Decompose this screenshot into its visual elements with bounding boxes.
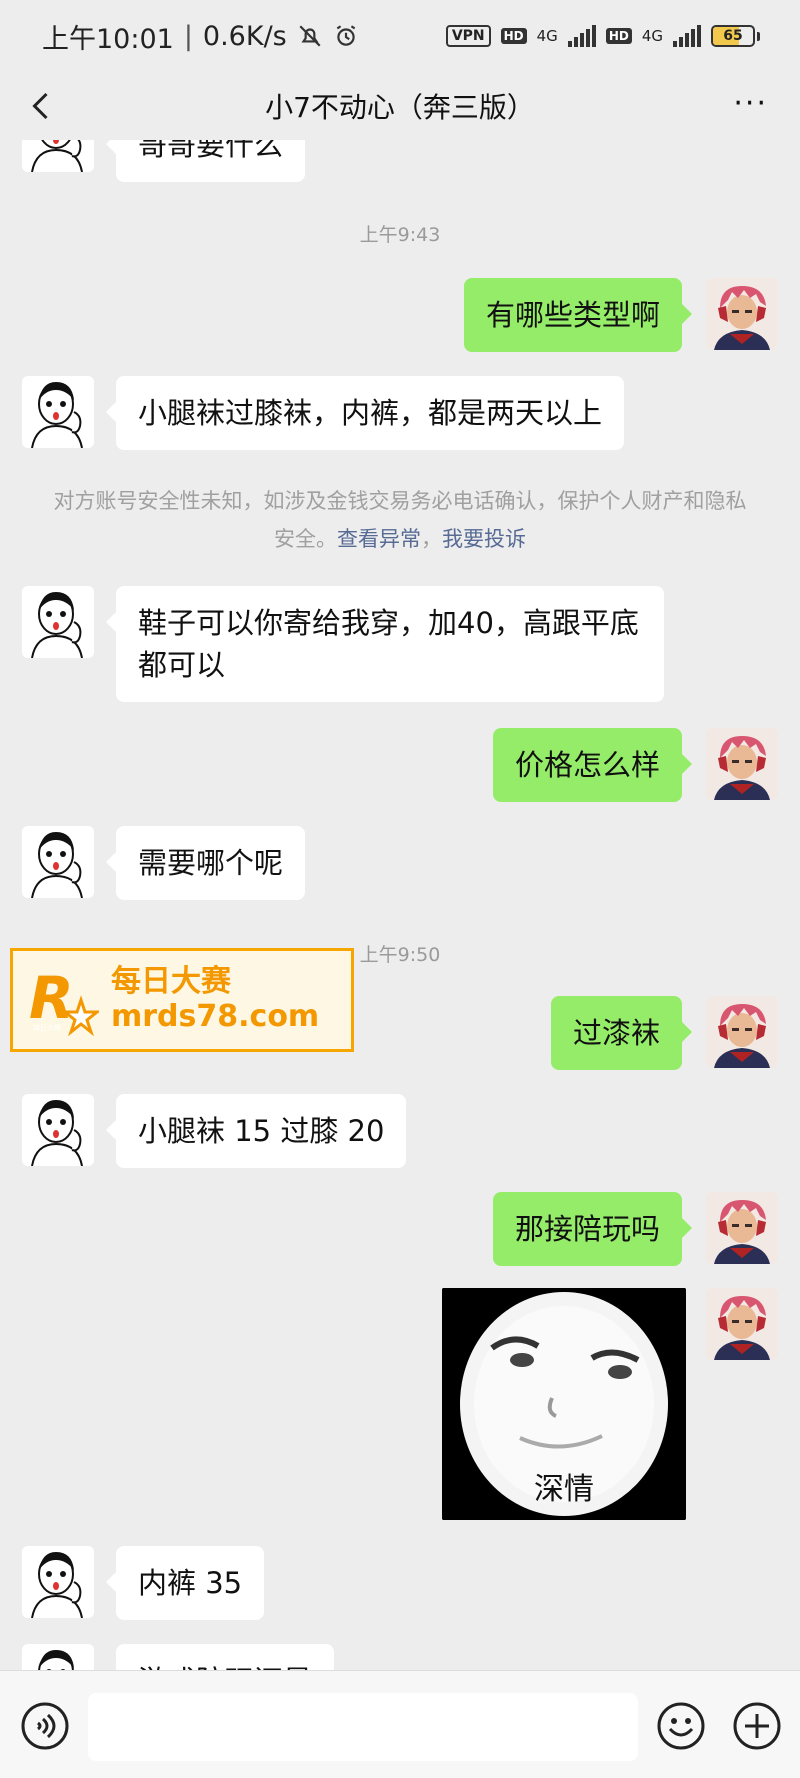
notice-separator: ， xyxy=(421,527,442,551)
status-time: 上午10:01 xyxy=(42,23,174,55)
contact-avatar[interactable] xyxy=(22,826,94,898)
watermark-url: mrds78.com xyxy=(111,999,320,1034)
message-bubble-received[interactable]: 鞋子可以你寄给我穿，加40，高跟平底都可以 xyxy=(106,586,664,702)
vpn-icon: VPN xyxy=(445,25,491,47)
message-bubble-sent[interactable]: 价格怎么样 xyxy=(492,728,693,802)
contact-avatar[interactable] xyxy=(22,1644,94,1670)
emoji-icon[interactable] xyxy=(656,1701,706,1751)
status-right: VPN HD 4G HD 4G 65 xyxy=(445,25,760,47)
watermark-text: 每日大赛 mrds78.com xyxy=(111,965,319,1035)
network-type-2: 4G xyxy=(641,27,663,45)
chat-header: 小7不动心（奔三版） ··· xyxy=(0,72,800,140)
status-left: 上午10:01 | 0.6K/s xyxy=(42,17,359,56)
message-bubble-sent[interactable]: 过漆袜 xyxy=(550,996,693,1070)
svg-text:R: R xyxy=(29,964,74,1032)
timestamp: 上午9:43 xyxy=(359,224,441,246)
signal-icon-2 xyxy=(673,25,701,47)
network-type-1: 4G xyxy=(536,27,558,45)
battery-level: 65 xyxy=(723,28,743,44)
my-avatar[interactable] xyxy=(706,728,778,800)
chat-messages[interactable]: 哥哥要什么 上午9:43 有哪些类型啊 小腿袜过膝袜，内裤，都是两天以上 对方账… xyxy=(0,140,800,1670)
contact-avatar[interactable] xyxy=(22,1546,94,1618)
chat-title: 小7不动心（奔三版） xyxy=(265,91,535,124)
voice-icon[interactable] xyxy=(20,1701,70,1751)
plus-icon[interactable] xyxy=(732,1701,782,1751)
report-link[interactable]: 我要投诉 xyxy=(442,527,526,551)
message-input[interactable] xyxy=(88,1693,638,1761)
message-bubble-received[interactable]: 小腿袜 15 过膝 20 xyxy=(105,1094,407,1168)
input-bar xyxy=(0,1670,800,1778)
sticker-caption: 深情 xyxy=(534,1472,594,1507)
watermark-cn: 每日大赛 xyxy=(111,964,231,999)
status-bar: 上午10:01 | 0.6K/s VPN HD 4G HD 4G 65 xyxy=(0,0,800,72)
view-exception-link[interactable]: 查看异常 xyxy=(337,527,421,551)
svg-text:每日大赛: 每日大赛 xyxy=(33,1023,61,1032)
signal-icon-1 xyxy=(567,25,596,47)
message-bubble-received[interactable]: 哥哥要什么 xyxy=(105,140,306,182)
battery-icon: 65 xyxy=(711,25,760,47)
hd-icon: HD xyxy=(500,28,527,44)
contact-avatar[interactable] xyxy=(22,586,94,658)
message-bubble-received[interactable]: 小腿袜过膝袜，内裤，都是两天以上 xyxy=(105,376,625,450)
message-bubble-sent[interactable]: 有哪些类型啊 xyxy=(463,278,693,352)
message-bubble-sent[interactable]: 那接陪玩吗 xyxy=(492,1192,693,1266)
my-avatar[interactable] xyxy=(706,1192,778,1264)
contact-avatar[interactable] xyxy=(22,376,94,448)
message-bubble-received[interactable]: 需要哪个呢 xyxy=(105,826,306,900)
watermark-logo: R 每日大赛 xyxy=(27,964,102,1037)
sticker-image[interactable]: 深情 xyxy=(442,1288,686,1520)
my-avatar[interactable] xyxy=(706,278,778,350)
safety-notice: 对方账号安全性未知，如涉及金钱交易务必电话确认，保护个人财产和隐私安全。查看异常… xyxy=(50,482,750,558)
network-speed: 0.6K/s xyxy=(202,20,287,52)
contact-avatar[interactable] xyxy=(22,1094,94,1166)
my-avatar[interactable] xyxy=(706,1288,778,1360)
more-options-icon[interactable]: ··· xyxy=(733,89,768,119)
chevron-left-icon[interactable] xyxy=(24,88,60,124)
hd-icon-2: HD xyxy=(605,28,632,44)
bell-muted-icon xyxy=(297,23,323,49)
message-bubble-received[interactable]: 游戏陪玩还是 xyxy=(116,1644,335,1670)
status-divider: | xyxy=(183,20,193,52)
my-avatar[interactable] xyxy=(706,996,778,1068)
watermark-banner: R 每日大赛 每日大赛 mrds78.com xyxy=(10,948,354,1052)
alarm-icon xyxy=(333,23,359,49)
contact-avatar[interactable] xyxy=(22,140,94,172)
message-bubble-received[interactable]: 内裤 35 xyxy=(105,1546,265,1620)
